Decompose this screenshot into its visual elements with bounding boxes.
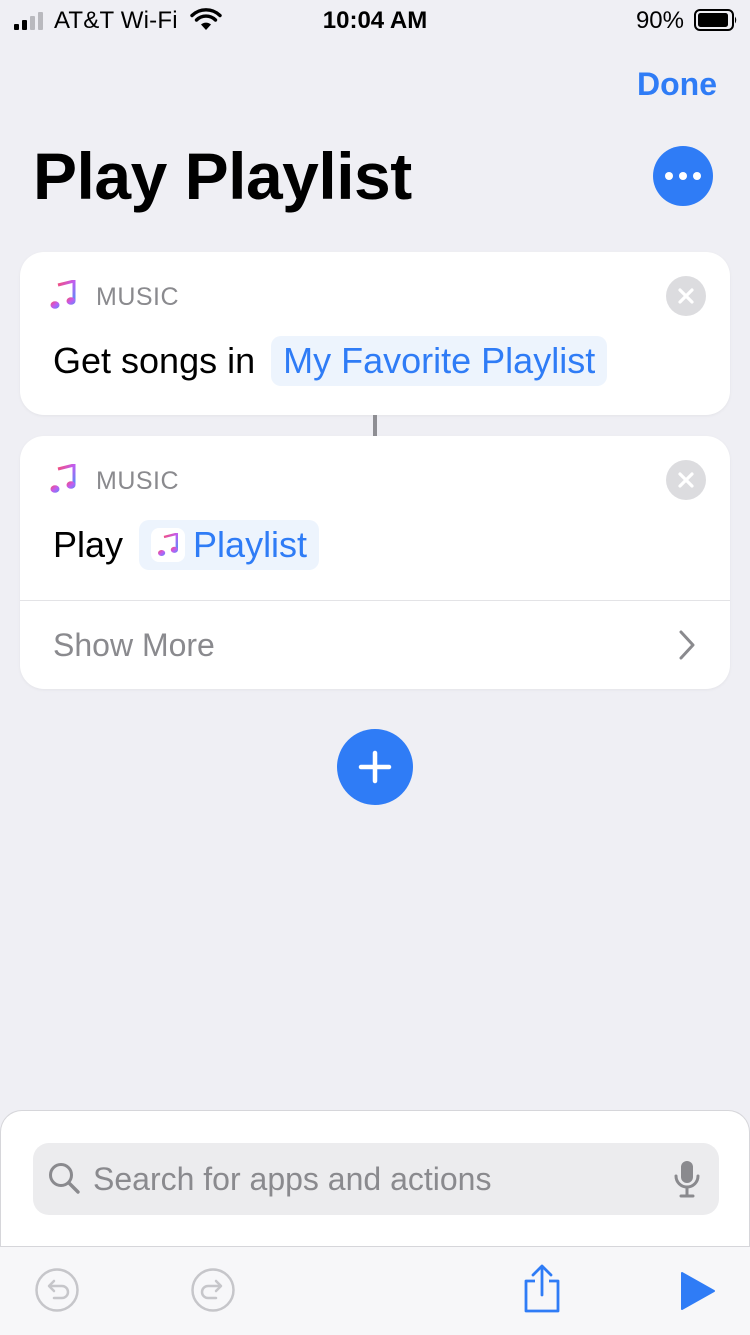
action-search-sheet (0, 1110, 750, 1247)
undo-button[interactable] (34, 1267, 80, 1318)
close-icon (678, 472, 694, 488)
chevron-right-icon (678, 629, 696, 666)
music-note-icon (151, 528, 186, 562)
parameter-label: My Favorite Playlist (283, 340, 596, 381)
plus-icon (358, 750, 392, 784)
battery-icon (694, 9, 738, 31)
action-connector (373, 415, 377, 436)
remove-action-button[interactable] (666, 460, 706, 500)
action-row: Play Playlist (53, 520, 320, 570)
action-verb: Play (53, 524, 124, 565)
done-button[interactable]: Done (637, 66, 717, 103)
bottom-toolbar (0, 1246, 750, 1335)
show-more-row[interactable]: Show More (20, 601, 730, 689)
play-icon (681, 1272, 715, 1310)
ellipsis-icon (665, 172, 673, 180)
action-verb: Get songs in (53, 340, 256, 381)
parameter-label: Playlist (193, 524, 308, 565)
redo-button[interactable] (190, 1267, 236, 1318)
undo-icon (35, 1268, 79, 1312)
action-card-get-songs[interactable]: MUSIC Get songs in My Favorite Playlist (20, 252, 730, 415)
action-app-name: MUSIC (96, 283, 180, 311)
page-title: Play Playlist (33, 139, 412, 213)
music-note-icon (50, 463, 76, 499)
microphone-icon[interactable] (673, 1159, 701, 1204)
run-shortcut-button[interactable] (678, 1271, 718, 1316)
redo-icon (191, 1268, 235, 1312)
action-row: Get songs in My Favorite Playlist (53, 336, 608, 386)
search-icon (47, 1161, 83, 1202)
remove-action-button[interactable] (666, 276, 706, 316)
share-icon (524, 1264, 560, 1313)
playlist-variable-token[interactable]: Playlist (139, 520, 320, 570)
search-field[interactable] (33, 1143, 719, 1215)
show-more-label: Show More (53, 627, 215, 663)
battery-percent: 90% (635, 7, 684, 34)
action-app-row: MUSIC (50, 279, 180, 315)
action-card-play[interactable]: MUSIC Play Playlist Show More (20, 436, 730, 689)
action-app-name: MUSIC (96, 467, 180, 495)
close-icon (678, 288, 694, 304)
status-bar: AT&T Wi-Fi 10:04 AM 90% (0, 0, 750, 40)
add-action-button[interactable] (337, 729, 413, 805)
music-note-icon (50, 279, 76, 315)
playlist-parameter-token[interactable]: My Favorite Playlist (271, 336, 608, 386)
share-button[interactable] (520, 1263, 564, 1320)
more-options-button[interactable] (653, 146, 713, 206)
action-app-row: MUSIC (50, 463, 180, 499)
search-input[interactable] (93, 1143, 653, 1215)
